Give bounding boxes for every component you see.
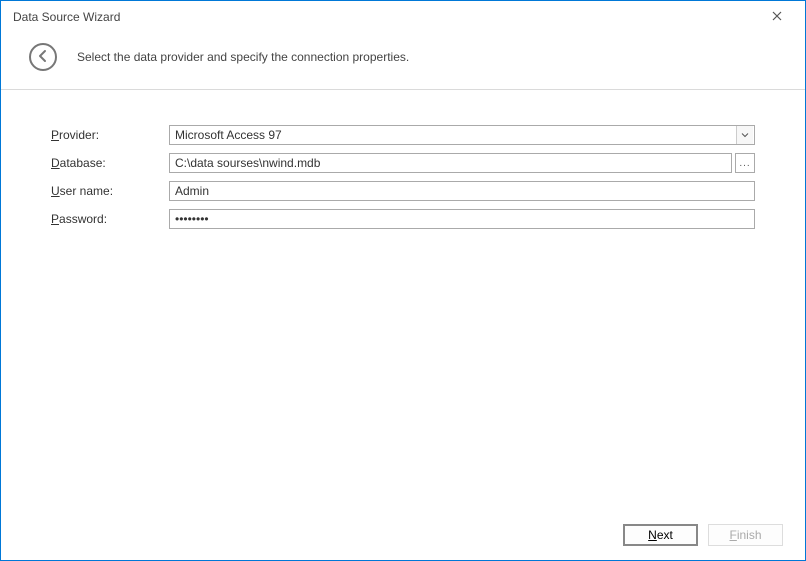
row-username: User name: [51, 180, 755, 202]
username-input[interactable] [169, 181, 755, 201]
label-database: Database: [51, 156, 169, 170]
arrow-left-icon [36, 49, 50, 66]
close-icon [772, 10, 782, 24]
wizard-subtitle: Select the data provider and specify the… [77, 50, 409, 64]
database-input[interactable] [169, 153, 732, 173]
titlebar: Data Source Wizard [1, 1, 805, 33]
next-button[interactable]: Next [623, 524, 698, 546]
close-button[interactable] [757, 3, 797, 31]
row-password: Password: [51, 208, 755, 230]
back-button[interactable] [29, 43, 57, 71]
label-password: Password: [51, 212, 169, 226]
row-provider: Provider: [51, 124, 755, 146]
label-provider: Provider: [51, 128, 169, 142]
wizard-header: Select the data provider and specify the… [1, 33, 805, 89]
finish-button: Finish [708, 524, 783, 546]
database-browse-button[interactable]: ... [735, 153, 755, 173]
wizard-footer: Next Finish [1, 510, 805, 560]
ellipsis-icon: ... [739, 158, 750, 169]
label-username: User name: [51, 184, 169, 198]
password-input[interactable] [169, 209, 755, 229]
provider-combobox[interactable] [169, 125, 755, 145]
chevron-down-icon [741, 128, 749, 142]
window-title: Data Source Wizard [13, 10, 757, 24]
provider-dropdown-button[interactable] [736, 126, 753, 144]
wizard-window: Data Source Wizard Select the data provi… [0, 0, 806, 561]
row-database: Database: ... [51, 152, 755, 174]
form-content: Provider: Database: ... [1, 90, 805, 510]
provider-input[interactable] [175, 126, 736, 144]
